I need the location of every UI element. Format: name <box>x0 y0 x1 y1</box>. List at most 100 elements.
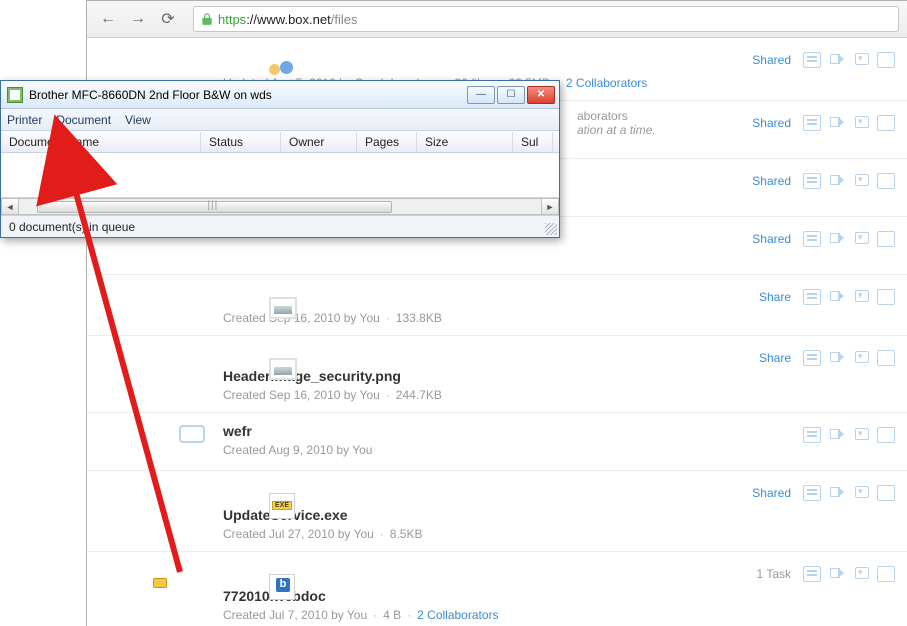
collaborators-link[interactable]: 2 Collaborators <box>401 608 498 622</box>
comment-icon[interactable] <box>803 566 821 582</box>
file-row[interactable]: Headerimage_security.png Created Sep 16, … <box>87 336 907 413</box>
share-link[interactable]: Shared <box>752 486 791 500</box>
chat-icon <box>179 425 207 447</box>
resize-grip-icon[interactable] <box>545 223 557 235</box>
select-checkbox[interactable] <box>877 289 895 305</box>
comment-icon[interactable] <box>803 289 821 305</box>
comment-icon[interactable] <box>803 485 821 501</box>
share-link[interactable]: Share <box>759 290 791 304</box>
browser-toolbar: ← → ⟳ https ://www.box.net /files <box>86 0 907 38</box>
task-count[interactable]: 1 Task <box>757 567 791 581</box>
printer-menubar: Printer Document View <box>1 109 559 131</box>
file-row[interactable]: UpdateService.exe Created Jul 27, 2010 by… <box>87 471 907 552</box>
tag-icon[interactable] <box>827 231 847 247</box>
select-checkbox[interactable] <box>877 427 895 443</box>
tag-icon[interactable] <box>827 485 847 501</box>
reload-button[interactable]: ⟳ <box>155 6 181 32</box>
column-header[interactable]: Status <box>201 132 281 152</box>
select-checkbox[interactable] <box>877 115 895 131</box>
share-link[interactable]: Shared <box>752 232 791 246</box>
url-bar[interactable]: https ://www.box.net /files <box>193 6 899 32</box>
lock-icon <box>200 12 214 26</box>
more-actions-icon[interactable] <box>853 427 871 443</box>
file-meta: Created Jul 27, 2010 by You8.5KB <box>223 527 907 541</box>
comment-icon[interactable] <box>803 231 821 247</box>
share-link[interactable]: Shared <box>752 53 791 67</box>
forward-button[interactable]: → <box>125 6 151 32</box>
printer-statusbar: 0 document(s) in queue <box>1 215 559 237</box>
select-checkbox[interactable] <box>877 566 895 582</box>
select-checkbox[interactable] <box>877 52 895 68</box>
comment-icon[interactable] <box>803 350 821 366</box>
comment-icon[interactable] <box>803 115 821 131</box>
select-checkbox[interactable] <box>877 485 895 501</box>
share-link[interactable]: Shared <box>752 116 791 130</box>
url-path: /files <box>331 12 358 27</box>
printer-title: Brother MFC-8660DN 2nd Floor B&W on wds <box>29 88 467 102</box>
tag-icon[interactable] <box>827 350 847 366</box>
file-row[interactable]: 772010.webdoc Created Jul 7, 2010 by You4… <box>87 552 907 626</box>
column-header[interactable]: Sul <box>513 132 553 152</box>
column-header[interactable]: Pages <box>357 132 417 152</box>
more-actions-icon[interactable] <box>853 52 871 68</box>
row-action-icons <box>803 289 895 305</box>
share-link[interactable]: Share <box>759 351 791 365</box>
menu-document[interactable]: Document <box>56 113 111 127</box>
row-action-icons <box>803 485 895 501</box>
scroll-right-button[interactable]: ► <box>541 198 559 215</box>
window-close-button[interactable]: ✕ <box>527 86 555 104</box>
comment-icon[interactable] <box>803 52 821 68</box>
file-row[interactable]: wefrCreated Aug 9, 2010 by You <box>87 413 907 471</box>
select-checkbox[interactable] <box>877 173 895 189</box>
tag-icon[interactable] <box>827 289 847 305</box>
window-maximize-button[interactable]: ☐ <box>497 86 525 104</box>
file-name[interactable]: 772010.webdoc <box>223 588 907 604</box>
more-actions-icon[interactable] <box>853 350 871 366</box>
row-action-icons <box>803 350 895 366</box>
partial-text: ation at a time. <box>577 123 656 137</box>
more-actions-icon[interactable] <box>853 566 871 582</box>
column-header[interactable]: Size <box>417 132 513 152</box>
window-minimize-button[interactable]: — <box>467 86 495 104</box>
tag-icon[interactable] <box>827 52 847 68</box>
url-scheme: https <box>218 12 246 27</box>
file-row[interactable]: Created Sep 16, 2010 by You133.8KBShare <box>87 275 907 336</box>
comment-icon[interactable] <box>803 427 821 443</box>
share-link[interactable]: Shared <box>752 174 791 188</box>
file-name[interactable]: UpdateService.exe <box>223 507 907 523</box>
img-icon <box>269 297 297 319</box>
collaborators-link[interactable]: 2 Collaborators <box>550 76 647 90</box>
more-actions-icon[interactable] <box>853 115 871 131</box>
comment-icon[interactable] <box>803 173 821 189</box>
row-action-icons <box>803 52 895 68</box>
note-badge-icon <box>153 578 167 588</box>
file-name[interactable]: Headerimage_security.png <box>223 368 907 384</box>
select-checkbox[interactable] <box>877 231 895 247</box>
tag-icon[interactable] <box>827 427 847 443</box>
file-meta: Created Jul 7, 2010 by You4 B2 Collabora… <box>223 608 907 622</box>
more-actions-icon[interactable] <box>853 173 871 189</box>
horizontal-scrollbar[interactable]: ◄ ► <box>1 197 559 215</box>
scroll-left-button[interactable]: ◄ <box>1 198 19 215</box>
row-action-icons <box>803 115 895 131</box>
menu-printer[interactable]: Printer <box>7 113 42 127</box>
more-actions-icon[interactable] <box>853 231 871 247</box>
tag-icon[interactable] <box>827 115 847 131</box>
column-header[interactable]: Document Name <box>1 132 201 152</box>
tag-icon[interactable] <box>827 566 847 582</box>
more-actions-icon[interactable] <box>853 485 871 501</box>
tag-icon[interactable] <box>827 173 847 189</box>
menu-view[interactable]: View <box>125 113 151 127</box>
printer-status-text: 0 document(s) in queue <box>9 220 135 234</box>
scroll-track[interactable] <box>19 198 541 215</box>
url-host: ://www.box.net <box>246 12 331 27</box>
scroll-thumb[interactable] <box>37 201 392 213</box>
more-actions-icon[interactable] <box>853 289 871 305</box>
back-button[interactable]: ← <box>95 6 121 32</box>
printer-queue-body <box>1 153 559 197</box>
select-checkbox[interactable] <box>877 350 895 366</box>
column-header[interactable]: Owner <box>281 132 357 152</box>
printer-titlebar[interactable]: Brother MFC-8660DN 2nd Floor B&W on wds … <box>1 81 559 109</box>
row-action-icons <box>803 231 895 247</box>
file-meta: Created Sep 16, 2010 by You244.7KB <box>223 388 907 402</box>
